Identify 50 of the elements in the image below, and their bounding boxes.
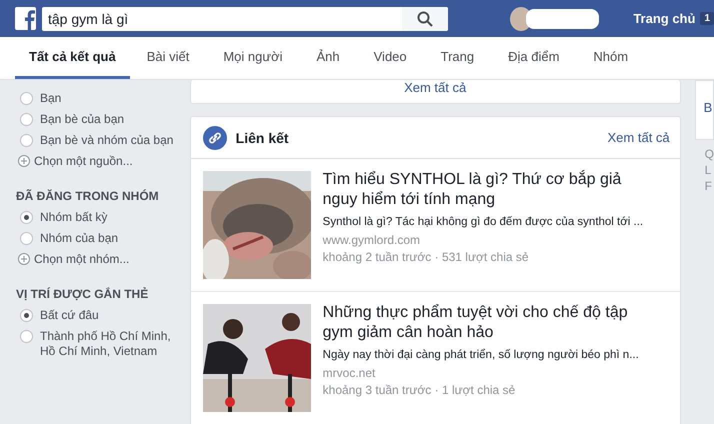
- link-domain: mrvoc.net: [322, 366, 376, 381]
- tab[interactable]: Nhóm: [576, 37, 646, 79]
- see-all-link[interactable]: Xem tất cả: [608, 130, 670, 145]
- radio-button[interactable]: [20, 232, 33, 245]
- choose-link[interactable]: Chọn một nhóm...: [18, 249, 188, 269]
- see-all-link[interactable]: Xem tất cả: [404, 80, 466, 95]
- side-text: L: [704, 162, 712, 178]
- link-icon: [202, 126, 227, 150]
- tab[interactable]: Trang: [424, 37, 492, 79]
- link-snippet: Ngày nay thời đại càng phát triển, số lượng người béo phì n...: [322, 349, 640, 361]
- tab[interactable]: Ảnh: [299, 37, 357, 79]
- radio-button[interactable]: [20, 330, 33, 343]
- filter-option[interactable]: Thành phố Hồ Chí Minh, Hồ Chí Minh, Vietnam: [40, 329, 188, 359]
- radio-button[interactable]: [20, 92, 33, 105]
- home-link[interactable]: Trang chủ 1: [633, 11, 714, 26]
- radio-button[interactable]: [20, 113, 33, 126]
- filter-option[interactable]: Bạn: [40, 91, 62, 106]
- tab[interactable]: Tất cả kết quả: [15, 37, 130, 79]
- link-domain: www.gymlord.com: [322, 233, 422, 248]
- notification-count: 1: [700, 12, 714, 25]
- link-title[interactable]: Tìm hiểu SYNTHOL là gì? Thứ cơ bắp giả nguy hiểm tới tính mạng: [322, 170, 628, 210]
- tab[interactable]: Video: [356, 37, 424, 79]
- side-link[interactable]: B: [704, 100, 712, 115]
- filter-option[interactable]: Bất cứ đâu: [40, 308, 99, 323]
- tab[interactable]: Mọi người: [206, 37, 300, 79]
- facebook-logo[interactable]: [15, 7, 36, 30]
- side-text: Q: [704, 146, 714, 162]
- search-icon: [417, 10, 434, 26]
- link-snippet: Synthol là gì? Tác hại không gì đo đếm được của synthol tới ...: [322, 216, 644, 228]
- link-meta: khoảng 3 tuần trước · 1 lượt chia sẻ: [322, 383, 516, 398]
- filter-option[interactable]: Nhóm của bạn: [40, 231, 118, 246]
- plus-icon: [18, 155, 30, 167]
- link-meta: khoảng 2 tuần trước · 531 lượt chia sẻ: [322, 250, 530, 265]
- filter-option[interactable]: Bạn bè của bạn: [40, 112, 124, 127]
- search-button[interactable]: [402, 6, 448, 30]
- filter-option[interactable]: Bạn bè và nhóm của bạn: [40, 133, 174, 148]
- radio-button[interactable]: [20, 309, 33, 322]
- section-title: Liên kết: [236, 130, 290, 146]
- filter-heading: VỊ TRÍ ĐƯỢC GẮN THẺ: [16, 287, 150, 301]
- side-text: F: [704, 178, 713, 194]
- radio-button[interactable]: [20, 134, 33, 147]
- tab[interactable]: Bài viết: [130, 37, 206, 79]
- plus-icon: [18, 253, 30, 265]
- choose-link[interactable]: Chọn một nguồn...: [18, 151, 188, 171]
- filter-heading: ĐÃ ĐĂNG TRONG NHÓM: [16, 189, 160, 203]
- filter-option[interactable]: Nhóm bất kỳ: [40, 210, 108, 225]
- link-title[interactable]: Những thực phẩm tuyệt vời cho chế độ tập gym giảm cân hoàn hảo: [322, 303, 628, 343]
- search-bar[interactable]: tập gym là gì: [42, 6, 448, 30]
- radio-button[interactable]: [20, 211, 33, 224]
- tab[interactable]: Địa điểm: [491, 37, 576, 79]
